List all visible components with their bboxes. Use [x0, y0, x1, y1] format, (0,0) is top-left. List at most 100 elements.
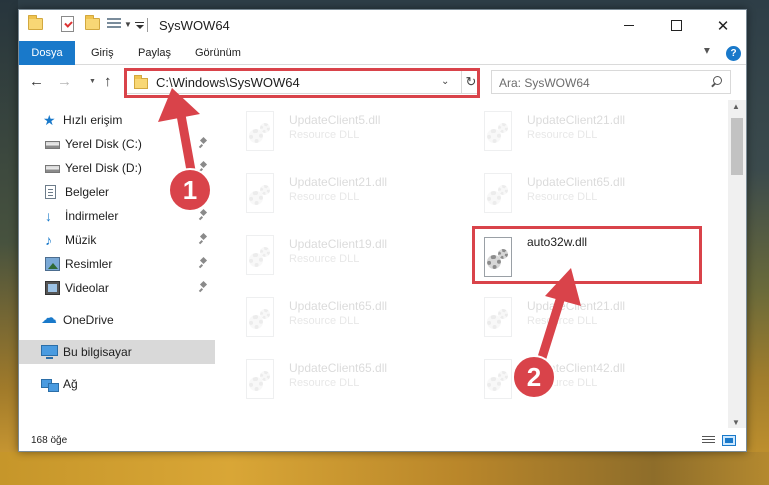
scroll-down-icon[interactable]: ▼	[732, 418, 740, 427]
sidebar-item-label: Yerel Disk (D:)	[65, 161, 142, 175]
sidebar-item-quick-access[interactable]: ★ Hızlı erişim	[19, 108, 215, 132]
sidebar-item-network[interactable]: Ağ	[19, 372, 215, 396]
document-icon	[45, 185, 56, 199]
star-icon: ★	[43, 112, 56, 128]
dll-file-icon	[243, 111, 277, 153]
dll-file-icon	[243, 235, 277, 277]
tab-share[interactable]: Paylaş	[126, 41, 183, 65]
search-placeholder: Ara: SysWOW64	[499, 76, 590, 90]
file-item[interactable]: UpdateClient42.dll Resource DLL	[481, 356, 701, 406]
pin-icon[interactable]	[199, 186, 208, 196]
file-type: Resource DLL	[289, 253, 360, 265]
scroll-up-icon[interactable]: ▲	[732, 102, 740, 111]
status-bar: 168 öğe	[19, 428, 746, 451]
up-arrow-icon[interactable]: ↑	[104, 73, 112, 90]
folder-icon[interactable]	[28, 15, 43, 30]
minimize-button[interactable]	[606, 10, 652, 41]
file-item[interactable]: UpdateClient21.dll Resource DLL	[243, 170, 463, 220]
close-button[interactable]: ✕	[700, 10, 746, 41]
item-count: 168 öğe	[31, 435, 68, 446]
sidebar-item-local-disk-c[interactable]: Yerel Disk (C:)	[19, 132, 215, 156]
file-item[interactable]: UpdateClient5.dll Resource DLL	[243, 108, 463, 158]
file-type: Resource DLL	[527, 315, 598, 327]
sidebar-item-this-pc[interactable]: Bu bilgisayar	[19, 340, 215, 364]
dll-file-icon	[481, 173, 515, 215]
sidebar-item-label: Videolar	[65, 281, 109, 295]
sidebar-item-label: Resimler	[65, 257, 113, 271]
file-item[interactable]: UpdateClient21.dll Resource DLL	[481, 294, 701, 344]
pin-icon[interactable]	[199, 138, 208, 148]
file-item[interactable]: UpdateClient19.dll Resource DLL	[243, 232, 463, 282]
sidebar-item-label: İndirmeler	[65, 209, 119, 223]
sidebar-item-downloads[interactable]: ↓ İndirmeler	[19, 204, 215, 228]
sidebar-item-label: Belgeler	[65, 185, 110, 199]
file-item[interactable]: UpdateClient21.dll Resource DLL	[481, 108, 701, 158]
tab-home[interactable]: Giriş	[79, 41, 126, 65]
sidebar-item-onedrive[interactable]: ☁ OneDrive	[19, 308, 215, 332]
file-type: Resource DLL	[289, 191, 360, 203]
dll-file-icon	[243, 297, 277, 339]
sidebar-item-music[interactable]: ♪ Müzik	[19, 228, 215, 252]
file-name: UpdateClient65.dll	[289, 361, 388, 375]
file-name: UpdateClient65.dll	[289, 299, 388, 313]
drive-icon	[45, 165, 60, 173]
pin-icon[interactable]	[199, 258, 208, 268]
customize-toolbar-icon[interactable]	[135, 22, 144, 29]
tab-view[interactable]: Görünüm	[183, 41, 253, 65]
desktop-background-bottom	[0, 452, 769, 485]
pin-icon[interactable]	[199, 282, 208, 292]
expand-ribbon-icon[interactable]: ▲	[702, 45, 712, 56]
file-type: Resource DLL	[289, 377, 360, 389]
pin-icon[interactable]	[199, 162, 208, 172]
sidebar-item-label: Yerel Disk (C:)	[65, 137, 142, 151]
help-icon[interactable]: ?	[726, 46, 741, 61]
file-name: UpdateClient42.dll	[527, 361, 626, 375]
sidebar-item-label: Hızlı erişim	[63, 113, 123, 127]
file-name: UpdateClient65.dll	[527, 175, 626, 189]
computer-icon	[41, 345, 58, 359]
file-item[interactable]: UpdateClient65.dll Resource DLL	[243, 294, 463, 344]
forward-arrow-icon[interactable]: →	[57, 73, 72, 90]
sidebar-item-label: Bu bilgisayar	[63, 345, 132, 359]
sidebar-item-local-disk-d[interactable]: Yerel Disk (D:)	[19, 156, 215, 180]
dll-file-icon	[243, 173, 277, 215]
properties-check-icon[interactable]	[61, 16, 74, 32]
file-type: Resource DLL	[527, 377, 598, 389]
tab-file[interactable]: Dosya	[19, 41, 75, 65]
cloud-icon: ☁	[41, 310, 57, 327]
title-bar: ▼ SysWOW64 ✕	[19, 10, 746, 41]
file-item[interactable]: UpdateClient65.dll Resource DLL	[481, 170, 701, 220]
file-highlight-box	[472, 226, 702, 284]
file-name: UpdateClient21.dll	[527, 113, 626, 127]
vertical-scrollbar[interactable]: ▲ ▼	[728, 100, 746, 428]
file-name: UpdateClient5.dll	[289, 113, 381, 127]
file-name: UpdateClient21.dll	[289, 175, 388, 189]
back-arrow-icon[interactable]: ←	[29, 73, 44, 90]
new-folder-icon[interactable]	[85, 15, 100, 30]
maximize-button[interactable]	[653, 10, 699, 41]
pin-icon[interactable]	[199, 210, 208, 220]
file-item[interactable]: UpdateClient65.dll Resource DLL	[243, 356, 463, 406]
file-name: UpdateClient19.dll	[289, 237, 388, 251]
sidebar-item-documents[interactable]: Belgeler	[19, 180, 215, 204]
pin-icon[interactable]	[199, 234, 208, 244]
details-view-icon[interactable]	[702, 436, 715, 446]
properties-list-icon[interactable]	[107, 18, 121, 30]
window-title: SysWOW64	[159, 18, 230, 33]
chevron-down-icon[interactable]: ▼	[124, 20, 132, 29]
sidebar-item-pictures[interactable]: Resimler	[19, 252, 215, 276]
search-input[interactable]: Ara: SysWOW64	[491, 70, 731, 94]
large-icons-view-icon[interactable]	[722, 435, 736, 446]
navigation-pane: ★ Hızlı erişim Yerel Disk (C:) Yerel Dis…	[19, 100, 215, 428]
dll-file-icon	[481, 359, 515, 401]
search-icon[interactable]	[711, 76, 722, 86]
dll-file-icon	[243, 359, 277, 401]
file-type: Resource DLL	[289, 315, 360, 327]
scroll-thumb[interactable]	[731, 118, 743, 175]
file-name: UpdateClient21.dll	[527, 299, 626, 313]
toolbar-separator	[147, 18, 148, 32]
sidebar-item-videos[interactable]: Videolar	[19, 276, 215, 300]
address-highlight-box	[124, 68, 480, 98]
recent-locations-icon[interactable]: ▼	[89, 78, 96, 85]
sidebar-item-label: OneDrive	[63, 313, 114, 327]
